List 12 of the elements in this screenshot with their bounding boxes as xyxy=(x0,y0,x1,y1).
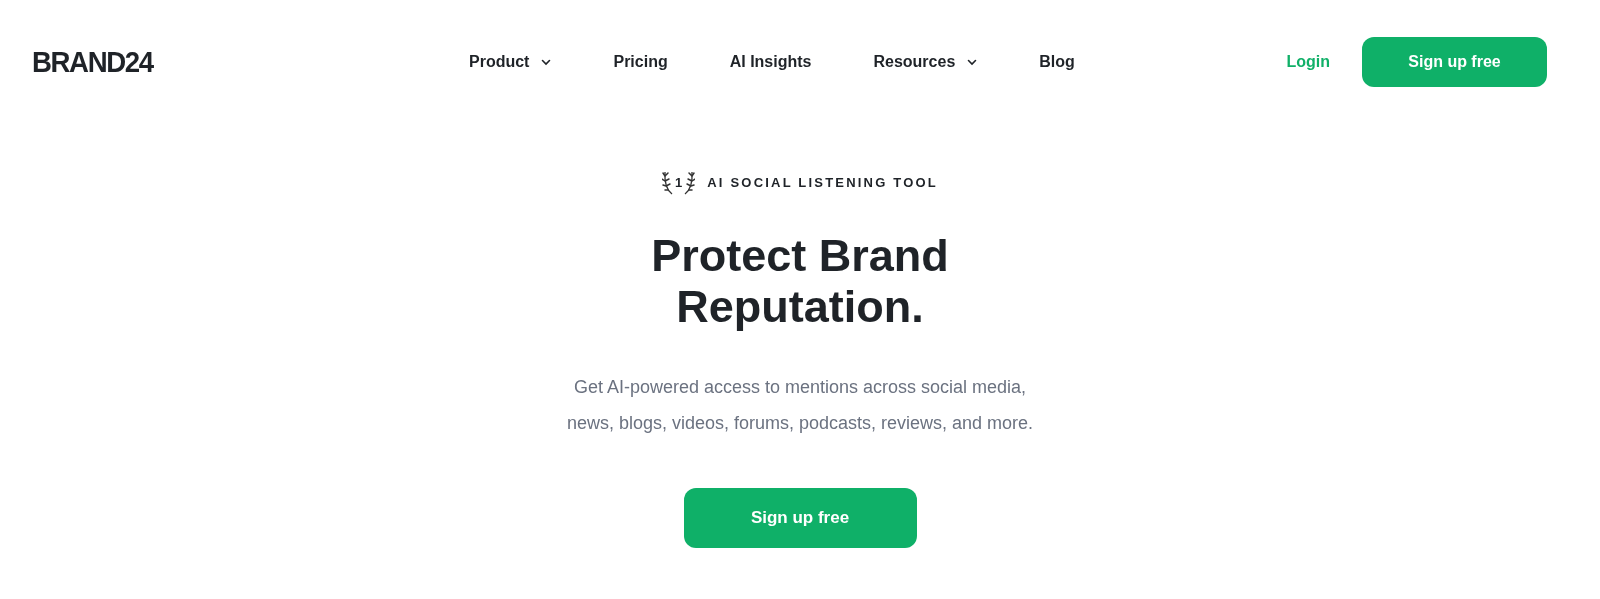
nav-link[interactable]: Resources xyxy=(873,53,978,71)
brand-logo[interactable]: BRAND24 xyxy=(32,45,216,79)
hero-heading: Protect Brand Reputation. xyxy=(651,230,949,332)
badge-label: AI SOCIAL LISTENING TOOL xyxy=(707,174,938,190)
hero-description: Get AI-powered access to mentions across social media, news, blogs, videos, forums, podcasts, reviews, and more. xyxy=(566,376,1034,435)
nav-link[interactable]: Pricing xyxy=(613,53,668,71)
nav-link[interactable]: Product xyxy=(469,53,552,71)
chevron-down-icon xyxy=(967,58,978,66)
laurel-badge: 1 xyxy=(662,168,696,196)
chevron-down-icon xyxy=(541,58,552,66)
nav-link[interactable]: Blog xyxy=(1039,53,1075,71)
nav-link[interactable]: AI Insights xyxy=(729,53,812,71)
